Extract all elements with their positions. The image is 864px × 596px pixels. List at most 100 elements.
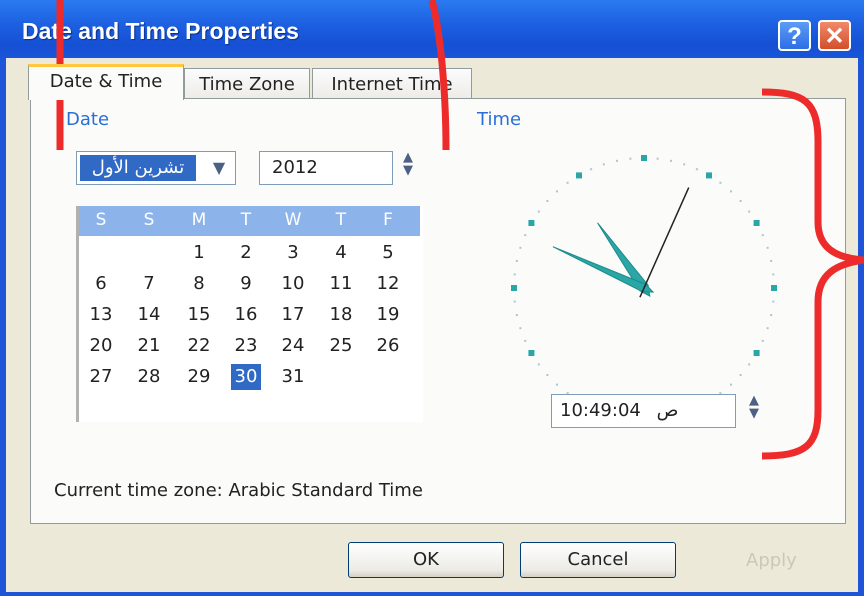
calendar-weekday: S <box>143 210 155 230</box>
calendar-day[interactable]: 18 <box>326 302 356 328</box>
ok-button[interactable]: OK <box>348 542 504 578</box>
calendar-weekday-header: SSMTWTF <box>79 206 420 236</box>
month-selected-value: تشرين الأول <box>80 155 196 181</box>
clock-minute-mark <box>770 259 773 262</box>
calendar-day[interactable]: 8 <box>184 271 214 297</box>
calendar-day[interactable]: 1 <box>184 240 214 266</box>
clock-minute-mark <box>772 300 775 303</box>
calendar-day[interactable]: 17 <box>278 302 308 328</box>
analog-clock <box>511 155 777 421</box>
month-select[interactable]: تشرين الأول ▼ <box>76 151 236 185</box>
calendar-day[interactable]: 10 <box>278 271 308 297</box>
tab-date-time[interactable]: Date & Time <box>28 64 184 100</box>
calendar-day[interactable]: 6 <box>86 271 116 297</box>
calendar-weekday: M <box>191 210 207 230</box>
calendar-grid: SSMTWTF 1 2 3 4 5 6 7 8 9 10 11 12 13 14 15 16 17 18 19 20 2… <box>76 206 423 422</box>
dialog-body: Date & Time Time Zone Internet Time Date… <box>6 58 858 592</box>
clock-hour-mark <box>753 220 760 226</box>
chevron-down-icon[interactable]: ▼ <box>205 154 233 182</box>
cancel-button[interactable]: Cancel <box>520 542 676 578</box>
clock-minute-mark <box>683 163 686 166</box>
calendar-weekday: T <box>240 210 252 230</box>
calendar-day[interactable]: 25 <box>326 333 356 359</box>
time-group-label: Time <box>477 109 522 130</box>
calendar-day[interactable]: 28 <box>134 364 164 390</box>
clock-minute-mark <box>766 246 769 249</box>
calendar-weekday: S <box>95 210 107 230</box>
calendar-day[interactable]: 24 <box>278 333 308 359</box>
calendar-day[interactable]: 23 <box>231 333 261 359</box>
calendar-day[interactable]: 26 <box>373 333 403 359</box>
title-bar[interactable]: Date and Time Properties ? ✕ <box>0 0 864 64</box>
year-spinner[interactable]: ▲ ▼ <box>398 151 418 185</box>
calendar-day[interactable]: 4 <box>326 240 356 266</box>
clock-hour-mark <box>641 155 647 161</box>
clock-minute-mark <box>602 163 605 166</box>
clock-minute-mark <box>515 259 518 262</box>
clock-hour-mark <box>511 285 517 291</box>
clock-hour-mark <box>706 172 712 179</box>
time-value: 10:49:04 <box>560 400 641 421</box>
calendar-day[interactable]: 14 <box>134 302 164 328</box>
clock-minute-mark <box>515 314 518 317</box>
clock-minute-mark <box>739 200 742 203</box>
clock-minute-mark <box>513 300 516 303</box>
time-input[interactable]: 10:49:04 ص <box>551 394 736 428</box>
clock-minute-mark <box>761 339 764 342</box>
help-button[interactable]: ? <box>778 20 811 51</box>
clock-minute-mark <box>739 373 742 376</box>
calendar-weekday: F <box>383 210 393 230</box>
spin-down-icon[interactable]: ▼ <box>398 164 418 177</box>
clock-minute-mark <box>772 273 775 276</box>
calendar-day[interactable]: 5 <box>373 240 403 266</box>
clock-minute-mark <box>615 159 618 162</box>
time-spinner[interactable]: ▲ ▼ <box>744 394 764 428</box>
clock-minute-mark <box>524 339 527 342</box>
dialog-window: Date and Time Properties ? ✕ Date & Time… <box>0 0 864 596</box>
clock-minute-mark <box>519 327 522 330</box>
clock-minute-mark <box>537 210 540 213</box>
clock-minute-mark <box>670 159 673 162</box>
calendar-day[interactable]: 11 <box>326 271 356 297</box>
clock-minute-mark <box>629 157 632 160</box>
clock-minute-mark <box>556 190 559 193</box>
calendar-day[interactable]: 12 <box>373 271 403 297</box>
calendar-day[interactable]: 3 <box>278 240 308 266</box>
calendar-day[interactable]: 27 <box>86 364 116 390</box>
clock-hour-mark <box>528 220 535 226</box>
tab-time-zone[interactable]: Time Zone <box>184 68 310 100</box>
clock-minute-mark <box>537 363 540 366</box>
calendar-day[interactable]: 16 <box>231 302 261 328</box>
spin-down-icon[interactable]: ▼ <box>744 407 764 420</box>
clock-minute-mark <box>524 234 527 237</box>
close-button[interactable]: ✕ <box>818 20 851 51</box>
apply-button[interactable]: Apply <box>746 550 797 571</box>
calendar-day[interactable]: 29 <box>184 364 214 390</box>
clock-hour-mark <box>528 350 535 356</box>
clock-minute-mark <box>748 210 751 213</box>
clock-minute-mark <box>766 327 769 330</box>
clock-hour-mark <box>753 350 760 356</box>
calendar-day[interactable]: 20 <box>86 333 116 359</box>
calendar-day[interactable]: 22 <box>184 333 214 359</box>
clock-second-hand <box>639 187 690 298</box>
year-input[interactable]: 2012 <box>259 151 393 185</box>
clock-minute-mark <box>513 273 516 276</box>
date-group-label: Date <box>66 109 110 130</box>
calendar-day[interactable]: 21 <box>134 333 164 359</box>
tab-internet-time[interactable]: Internet Time <box>312 68 472 100</box>
current-time-zone-label: Current time zone: Arabic Standard Time <box>54 480 423 501</box>
calendar-day[interactable]: 19 <box>373 302 403 328</box>
calendar-day[interactable]: 31 <box>278 364 308 390</box>
clock-minute-hand <box>552 246 655 293</box>
calendar-day[interactable]: 9 <box>231 271 261 297</box>
calendar-day[interactable]: 13 <box>86 302 116 328</box>
clock-minute-mark <box>761 234 764 237</box>
clock-minute-mark <box>519 246 522 249</box>
calendar-day-selected[interactable]: 30 <box>231 364 261 390</box>
calendar-day[interactable]: 15 <box>184 302 214 328</box>
window-title: Date and Time Properties <box>22 18 299 44</box>
calendar-weekday: T <box>335 210 347 230</box>
calendar-day[interactable]: 7 <box>134 271 164 297</box>
calendar-day[interactable]: 2 <box>231 240 261 266</box>
